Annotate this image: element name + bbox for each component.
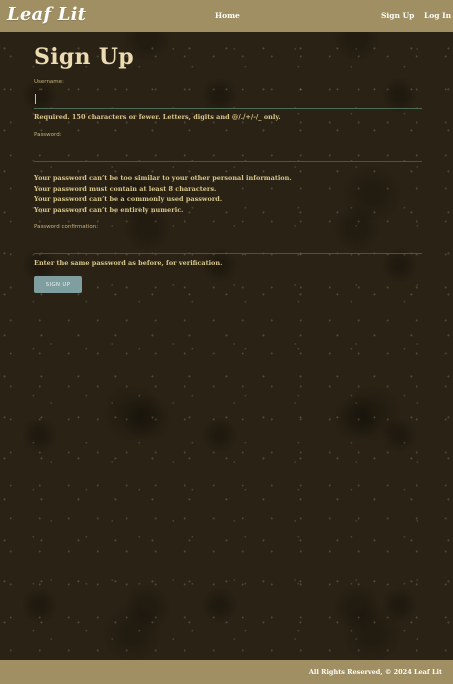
password-requirements-list: Your password can’t be too similar to yo… [34,173,292,215]
password-confirmation-helptext: Enter the same password as before, for v… [34,259,223,267]
text-cursor [35,94,36,104]
password-confirmation-input[interactable] [34,239,422,254]
password-requirement-item: Your password can’t be entirely numeric. [34,205,184,214]
password-input[interactable] [34,147,422,162]
nav-home-link[interactable]: Home [215,11,240,20]
top-navbar: Leaf Lit Home Sign Up Log In [0,0,453,32]
password-requirement-item: Your password can’t be too similar to yo… [34,174,292,182]
copyright-text: All Rights Reserved, © 2024 Leaf Lit [308,668,442,676]
username-helptext: Required. 150 characters or fewer. Lette… [34,113,281,121]
password-requirement-item: Your password can’t be a commonly used p… [34,195,223,203]
password-requirement-item: Your password must contain at least 8 ch… [34,184,217,193]
signup-form-section: Sign Up Username: Required. 150 characte… [34,42,422,293]
username-input[interactable] [34,94,422,109]
password-label: Password: [34,132,62,138]
site-footer: All Rights Reserved, © 2024 Leaf Lit [0,660,453,684]
signup-submit-button[interactable]: SIGN UP [34,276,82,293]
nav-login-link[interactable]: Log In [424,11,451,20]
page-title: Sign Up [34,44,134,70]
username-label: Username: [34,79,64,85]
password-confirmation-label: Password confirmation: [34,224,99,230]
site-logo[interactable]: Leaf Lit [7,4,86,25]
nav-signup-link[interactable]: Sign Up [381,11,414,20]
